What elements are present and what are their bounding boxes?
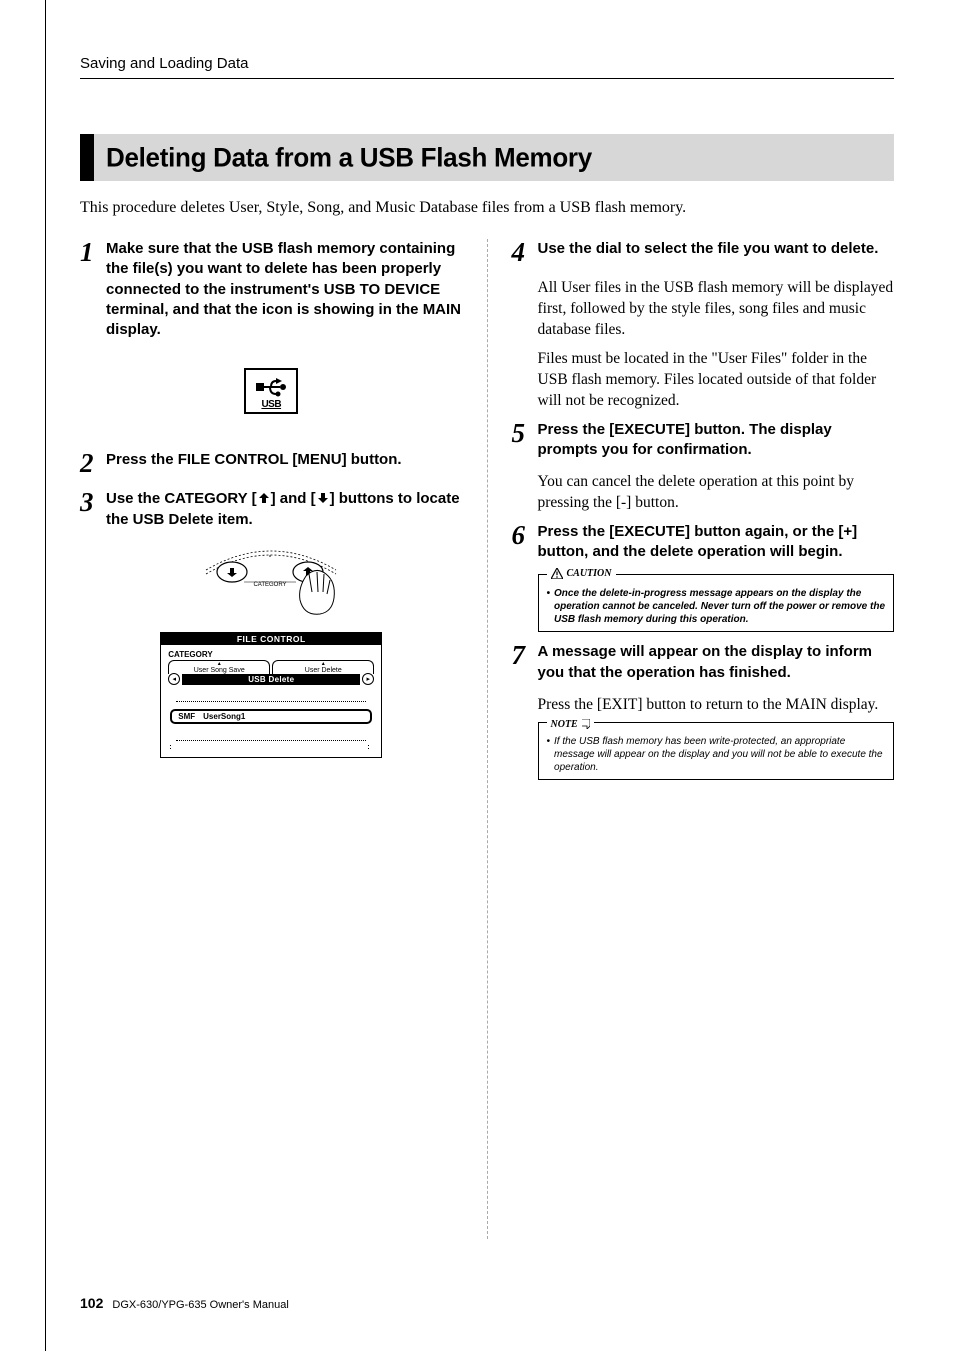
category-buttons-illustration: CATEGORY xyxy=(186,544,356,620)
right-column: 4 Use the dial to select the file you wa… xyxy=(512,239,895,1239)
page-number: 102 xyxy=(80,1295,103,1311)
note-text: • If the USB flash memory has been write… xyxy=(547,735,886,774)
category-down-icon xyxy=(316,492,330,504)
page-content: Saving and Loading Data Deleting Data fr… xyxy=(0,0,954,1351)
screen-left-arrow-icon: ◂ xyxy=(168,673,180,685)
note-label: NOTE xyxy=(547,719,594,730)
step-2: 2 Press the FILE CONTROL [MENU] button. xyxy=(80,450,463,477)
warning-triangle-icon xyxy=(551,568,563,579)
section-title: Deleting Data from a USB Flash Memory xyxy=(106,142,882,174)
screen-right-arrow-icon: ▸ xyxy=(362,673,374,685)
caution-text-content: Once the delete-in-progress message appe… xyxy=(554,587,885,626)
caution-label-text: CAUTION xyxy=(567,568,612,579)
screen-dotted-line xyxy=(176,732,366,741)
step-heading: Use the CATEGORY [] and [] buttons to lo… xyxy=(106,489,463,530)
step-heading: Use the dial to select the file you want… xyxy=(538,239,879,266)
usb-label: USB xyxy=(261,399,281,410)
two-column-layout: 1 Make sure that the USB flash memory co… xyxy=(80,239,894,1239)
screen-title: FILE CONTROL xyxy=(161,633,381,645)
category-up-icon xyxy=(257,492,271,504)
screen-file-item: SMF UserSong1 xyxy=(170,709,372,724)
caution-text: • Once the delete-in-progress message ap… xyxy=(547,587,886,626)
screen-current-item: USB Delete xyxy=(182,674,360,685)
usb-connector-icon xyxy=(254,376,288,398)
step-number: 2 xyxy=(80,450,98,477)
usb-icon: USB xyxy=(244,368,298,414)
screen-dotted-line xyxy=(176,693,366,702)
step-heading: Press the [EXECUTE] button again, or the… xyxy=(538,522,895,563)
step-number: 1 xyxy=(80,239,98,340)
note-label-text: NOTE xyxy=(551,719,578,730)
step-3: 3 Use the CATEGORY [] and [] buttons to … xyxy=(80,489,463,530)
lcd-screen-illustration: FILE CONTROL CATEGORY ▴ User Song Save ▴… xyxy=(160,632,382,758)
column-divider xyxy=(487,239,488,1239)
text-fragment: ] and [ xyxy=(271,490,316,507)
screen-tab-label: User Song Save xyxy=(194,667,245,674)
caution-box: CAUTION • Once the delete-in-progress me… xyxy=(538,574,895,632)
step-7: 7 A message will appear on the display t… xyxy=(512,642,895,683)
step-heading: Press the FILE CONTROL [MENU] button. xyxy=(106,450,402,477)
step-heading: Press the [EXECUTE] button. The display … xyxy=(538,420,895,461)
step-body: Files must be located in the "User Files… xyxy=(538,349,895,412)
step-6: 6 Press the [EXECUTE] button again, or t… xyxy=(512,522,895,563)
note-box: NOTE • If the USB flash memory has been … xyxy=(538,722,895,780)
screen-tab-left: ▴ User Song Save xyxy=(168,660,270,674)
note-text-content: If the USB flash memory has been write-p… xyxy=(554,735,885,774)
running-head: Saving and Loading Data xyxy=(80,55,894,72)
footer-doc-title: DGX-630/YPG-635 Owner's Manual xyxy=(112,1299,288,1311)
header-rule xyxy=(80,78,894,79)
step-body: Press the [EXIT] button to return to the… xyxy=(538,695,895,716)
step-body: You can cancel the delete operation at t… xyxy=(538,472,895,514)
step-heading: A message will appear on the display to … xyxy=(538,642,895,683)
left-column: 1 Make sure that the USB flash memory co… xyxy=(80,239,463,1239)
step-number: 5 xyxy=(512,420,530,461)
step-1: 1 Make sure that the USB flash memory co… xyxy=(80,239,463,340)
step-5: 5 Press the [EXECUTE] button. The displa… xyxy=(512,420,895,461)
step-number: 7 xyxy=(512,642,530,683)
dial-category-label: CATEGORY xyxy=(254,582,287,588)
step-number: 6 xyxy=(512,522,530,563)
step-number: 4 xyxy=(512,239,530,266)
caution-label: CAUTION xyxy=(547,568,616,579)
step-heading: Make sure that the USB flash memory cont… xyxy=(106,239,463,340)
screen-tab-right: ▴ User Delete xyxy=(272,660,374,674)
screen-tab-label: User Delete xyxy=(305,667,342,674)
text-fragment: Use the CATEGORY [ xyxy=(106,490,257,507)
step-body: All User files in the USB flash memory w… xyxy=(538,278,895,341)
intro-paragraph: This procedure deletes User, Style, Song… xyxy=(80,199,894,217)
step-4: 4 Use the dial to select the file you wa… xyxy=(512,239,895,266)
note-corner-icon xyxy=(582,719,590,729)
step-number: 3 xyxy=(80,489,98,530)
section-title-bar: Deleting Data from a USB Flash Memory xyxy=(80,134,894,181)
page-footer: 102 DGX-630/YPG-635 Owner's Manual xyxy=(80,1295,289,1311)
screen-category-label: CATEGORY xyxy=(168,650,374,659)
